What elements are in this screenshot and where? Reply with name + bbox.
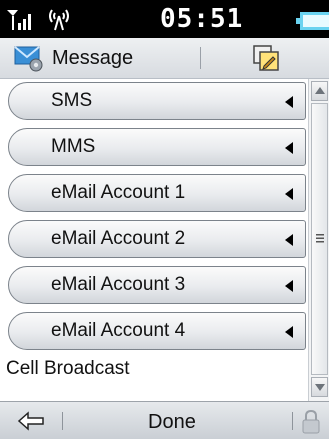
- title-bar: Message: [0, 38, 329, 79]
- scrollbar[interactable]: [308, 79, 329, 401]
- grip-icon: [316, 234, 324, 243]
- edit-document-icon[interactable]: [252, 44, 280, 72]
- menu-item-email-account-1[interactable]: eMail Account 1: [8, 174, 306, 212]
- menu-item-label: SMS: [51, 90, 93, 111]
- menu-item-label: eMail Account 1: [51, 182, 186, 203]
- arrow-left-icon: [285, 188, 293, 200]
- menu-list: SMS MMS eMail Account 1 eMail Account 2 …: [0, 79, 308, 401]
- title-divider: [200, 47, 201, 69]
- message-settings-icon: [14, 46, 43, 72]
- arrow-left-icon: [285, 280, 293, 292]
- menu-item-email-account-3[interactable]: eMail Account 3: [8, 266, 306, 304]
- menu-item-label: eMail Account 4: [51, 320, 186, 341]
- triangle-up-icon: [315, 87, 325, 94]
- arrow-left-icon: [285, 142, 293, 154]
- status-bar: 05:51: [0, 0, 329, 38]
- menu-item-label: eMail Account 2: [51, 228, 186, 249]
- menu-item-label: eMail Account 3: [51, 274, 186, 295]
- menu-item-label: MMS: [51, 136, 96, 157]
- softkey-divider: [292, 412, 293, 430]
- lock-icon[interactable]: [300, 409, 322, 435]
- back-arrow-icon[interactable]: [16, 411, 46, 431]
- page-title: Message: [52, 47, 134, 69]
- done-button[interactable]: Done: [148, 410, 196, 434]
- antenna-icon: [49, 9, 69, 31]
- scroll-down-button[interactable]: [311, 377, 328, 397]
- clock-time: 05:51: [160, 4, 244, 34]
- menu-item-cell-broadcast[interactable]: Cell Broadcast: [6, 357, 130, 381]
- menu-item-email-account-4[interactable]: eMail Account 4: [8, 312, 306, 350]
- arrow-left-icon: [285, 326, 293, 338]
- menu-item-mms[interactable]: MMS: [8, 128, 306, 166]
- signal-bars-icon: [7, 10, 31, 30]
- menu-item-email-account-2[interactable]: eMail Account 2: [8, 220, 306, 258]
- arrow-left-icon: [285, 234, 293, 246]
- scrollbar-thumb[interactable]: [311, 103, 328, 375]
- triangle-down-icon: [315, 384, 325, 391]
- battery-icon: [296, 12, 329, 30]
- menu-item-sms[interactable]: SMS: [8, 82, 306, 120]
- softkey-divider: [62, 412, 63, 430]
- arrow-left-icon: [285, 96, 293, 108]
- scroll-up-button[interactable]: [311, 81, 328, 101]
- phone-screen: 05:51 Message SMS MMS eMail Account 1 eM…: [0, 0, 329, 439]
- softkey-bar: Done: [0, 401, 329, 439]
